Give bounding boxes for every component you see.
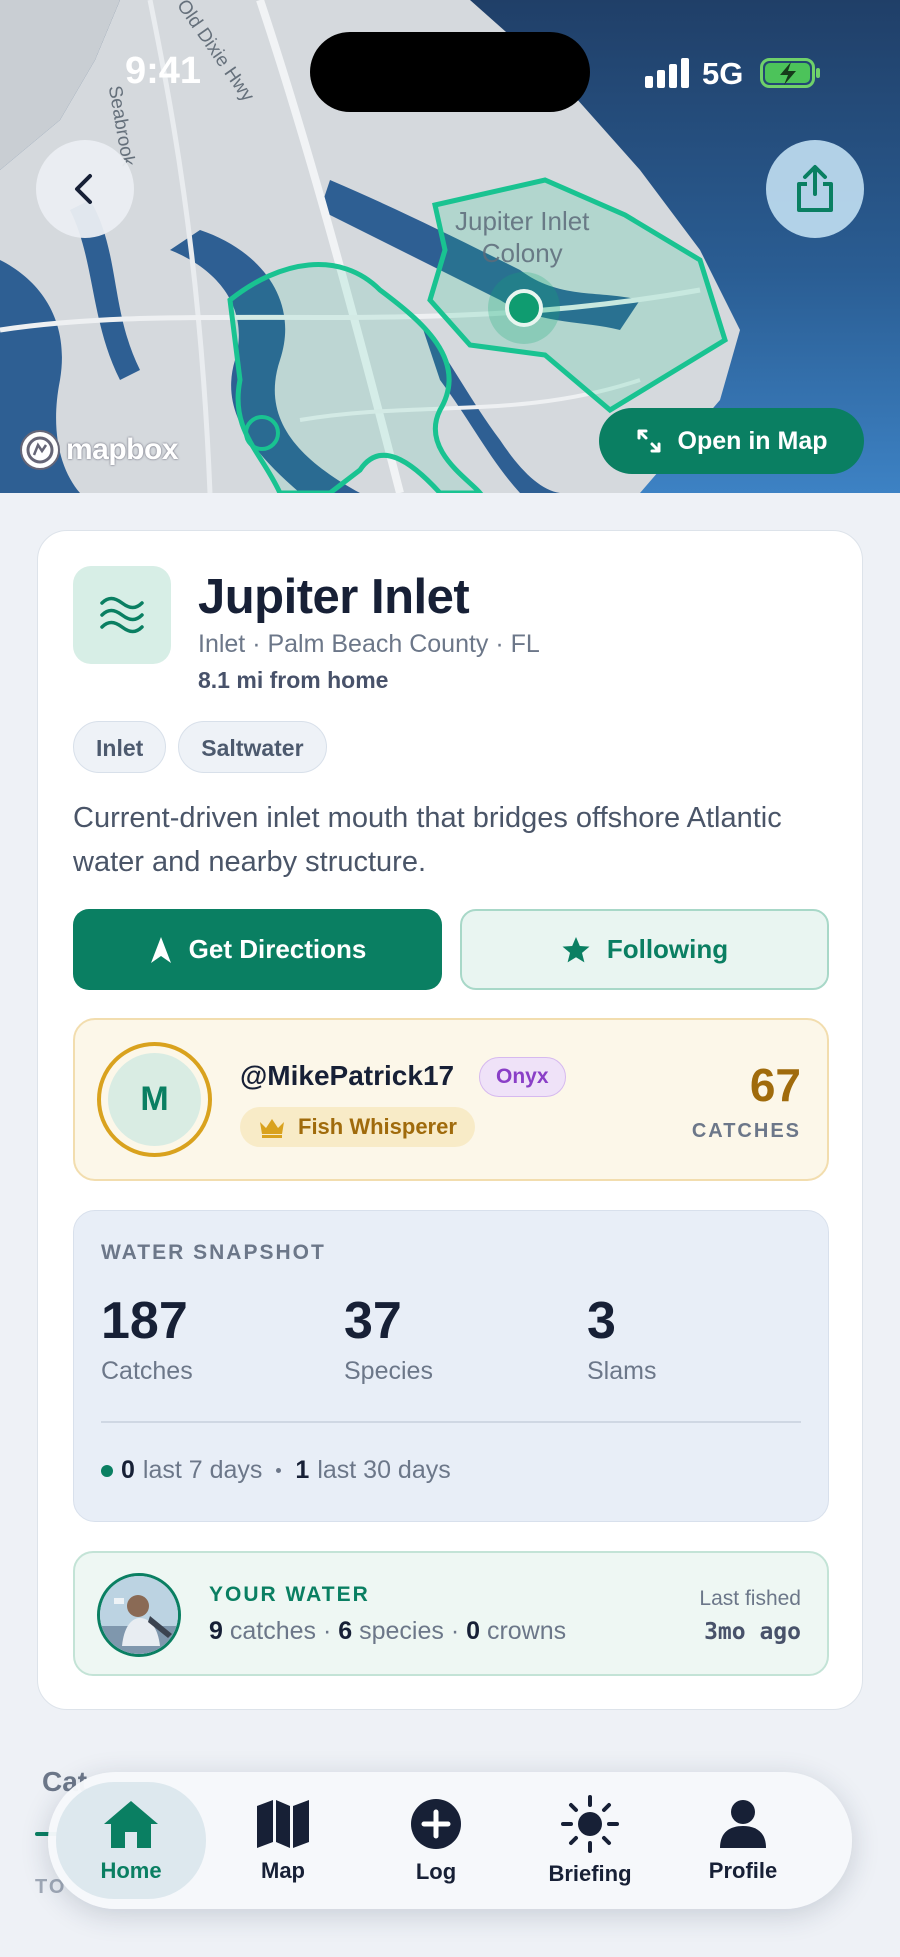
separator-dot <box>276 1468 282 1473</box>
person-icon <box>720 1799 766 1848</box>
share-button[interactable] <box>766 140 864 238</box>
expand-icon <box>637 429 660 453</box>
spot-location: Inlet · Palm Beach County · FL <box>198 630 540 658</box>
recent-30-label: last 30 days <box>317 1456 451 1484</box>
mapbox-logo-icon <box>20 430 60 470</box>
tab-label: Map <box>261 1857 305 1883</box>
spot-type-badge <box>73 566 171 664</box>
navigation-arrow-icon <box>150 936 171 963</box>
following-button[interactable]: Following <box>460 909 829 990</box>
status-time: 9:41 <box>125 50 202 92</box>
tab-label: Log <box>415 1858 457 1884</box>
signal-icon <box>645 58 689 88</box>
stat-value: 3 <box>587 1292 616 1350</box>
spot-tags: Inlet Saltwater <box>73 721 327 773</box>
get-directions-button[interactable]: Get Directions <box>73 909 442 990</box>
title-badge-label: Fish Whisperer <box>298 1114 457 1139</box>
stat-value: 37 <box>344 1292 402 1350</box>
status-bar: 9:41 5G <box>0 0 900 150</box>
rank-badge: Onyx <box>479 1057 566 1097</box>
tab-home[interactable]: Home <box>56 1782 206 1899</box>
last-fished-value: 3mo ago <box>704 1619 801 1645</box>
title-badge: Fish Whisperer <box>240 1107 475 1147</box>
map-place-label: Jupiter Inlet Colony <box>455 206 590 268</box>
divider <box>101 1421 801 1423</box>
your-crowns-label: crowns <box>486 1617 567 1645</box>
star-icon <box>562 936 590 962</box>
battery-icon <box>760 58 820 88</box>
stat-label: Slams <box>587 1357 657 1385</box>
your-catches-label: catches <box>229 1617 317 1645</box>
waves-icon <box>100 596 144 634</box>
recent-7-label: last 7 days <box>142 1456 263 1484</box>
tab-profile[interactable]: Profile <box>668 1782 818 1899</box>
dynamic-island <box>310 32 590 112</box>
tab-bar: Home Map Log Briefing Profile <box>48 1772 852 1909</box>
your-species-label: species <box>359 1617 444 1645</box>
mapbox-wordmark: mapbox <box>66 433 179 466</box>
tab-label: Home <box>100 1857 162 1883</box>
stat-catches: 187 Catches <box>101 1291 193 1386</box>
tab-log[interactable]: Log <box>361 1782 511 1899</box>
tab-label: Briefing <box>548 1860 632 1886</box>
spot-description: Current-driven inlet mouth that bridges … <box>73 802 782 878</box>
avatar-initial: M <box>108 1053 201 1146</box>
crown-holder-username[interactable]: @MikePatrick17 <box>240 1060 454 1092</box>
home-icon <box>104 1800 158 1848</box>
stat-value: 187 <box>101 1292 188 1350</box>
your-water-stats: 9 catches · 6 species · 0 crowns <box>209 1617 567 1645</box>
back-button[interactable] <box>36 140 134 238</box>
recent-7-count: 0 <box>121 1456 135 1484</box>
network-type: 5G <box>702 56 744 91</box>
crown-holder-card[interactable]: M @MikePatrick17 Onyx Fish Whisperer 67 … <box>73 1018 829 1181</box>
recent-30-count: 1 <box>295 1456 310 1484</box>
tag-chip[interactable]: Inlet <box>73 721 167 773</box>
get-directions-label: Get Directions <box>188 934 367 964</box>
open-in-map-button[interactable]: Open in Map <box>599 408 864 474</box>
your-catches-count: 9 <box>209 1617 223 1645</box>
stat-label: Catches <box>101 1357 193 1385</box>
water-snapshot-panel: WATER SNAPSHOT 187 Catches 37 Species 3 … <box>73 1210 829 1522</box>
sun-icon <box>561 1794 619 1853</box>
water-snapshot-heading: WATER SNAPSHOT <box>101 1241 326 1264</box>
stat-species: 37 Species <box>344 1291 433 1386</box>
map-icon <box>257 1799 309 1848</box>
your-water-panel[interactable]: YOUR WATER 9 catches · 6 species · 0 cro… <box>73 1551 829 1676</box>
share-icon <box>797 165 833 212</box>
plus-circle-icon <box>411 1798 461 1849</box>
open-in-map-label: Open in Map <box>677 426 828 455</box>
user-avatar <box>97 1573 181 1657</box>
tab-briefing[interactable]: Briefing <box>515 1782 665 1899</box>
user-photo-icon <box>100 1576 178 1654</box>
map-preview[interactable]: Jupiter Inlet Colony Old Dixie Hwy Seabro… <box>0 0 900 493</box>
crown-icon <box>260 1119 284 1138</box>
chevron-left-icon <box>75 174 92 204</box>
avatar: M <box>97 1042 212 1157</box>
last-fished-label: Last fished <box>699 1587 801 1610</box>
stat-slams: 3 Slams <box>587 1291 656 1386</box>
tab-map[interactable]: Map <box>208 1782 358 1899</box>
mapbox-attribution[interactable]: mapbox <box>18 428 179 472</box>
tab-label: Profile <box>708 1857 778 1883</box>
spot-card: Jupiter Inlet Inlet · Palm Beach County … <box>37 530 863 1710</box>
recent-activity: 0 last 7 days 1 last 30 days <box>101 1456 451 1485</box>
your-water-heading: YOUR WATER <box>209 1583 370 1606</box>
tag-chip[interactable]: Saltwater <box>178 721 327 773</box>
stat-label: Species <box>344 1357 433 1385</box>
crown-catch-count: 67 <box>749 1059 801 1111</box>
spot-distance: 8.1 mi from home <box>198 667 389 693</box>
following-label: Following <box>606 934 729 964</box>
spot-name: Jupiter Inlet <box>198 570 470 624</box>
your-crowns-count: 0 <box>466 1617 480 1645</box>
your-species-count: 6 <box>338 1617 353 1645</box>
crown-catch-label: CATCHES <box>691 1120 801 1142</box>
activity-dot-icon <box>101 1464 113 1477</box>
